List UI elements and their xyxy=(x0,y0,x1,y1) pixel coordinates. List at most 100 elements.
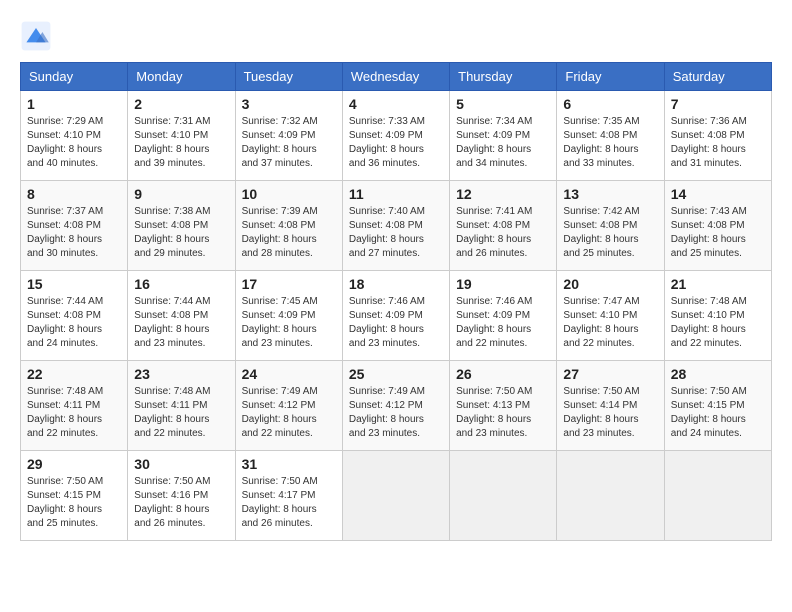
daylight-text: Daylight: 8 hours and 22 minutes. xyxy=(134,413,228,441)
sunset-text: Sunset: 4:10 PM xyxy=(27,129,121,143)
cell-info: Sunrise: 7:32 AM Sunset: 4:09 PM Dayligh… xyxy=(242,115,336,171)
daylight-text: Daylight: 8 hours and 26 minutes. xyxy=(456,233,550,261)
sunrise-text: Sunrise: 7:48 AM xyxy=(134,385,228,399)
sunset-text: Sunset: 4:09 PM xyxy=(456,129,550,143)
logo xyxy=(20,20,56,52)
calendar-cell: 6 Sunrise: 7:35 AM Sunset: 4:08 PM Dayli… xyxy=(557,91,664,181)
calendar-cell: 4 Sunrise: 7:33 AM Sunset: 4:09 PM Dayli… xyxy=(342,91,449,181)
cell-info: Sunrise: 7:40 AM Sunset: 4:08 PM Dayligh… xyxy=(349,205,443,261)
sunset-text: Sunset: 4:08 PM xyxy=(456,219,550,233)
calendar-cell: 7 Sunrise: 7:36 AM Sunset: 4:08 PM Dayli… xyxy=(664,91,771,181)
sunset-text: Sunset: 4:10 PM xyxy=(563,309,657,323)
cell-info: Sunrise: 7:44 AM Sunset: 4:08 PM Dayligh… xyxy=(134,295,228,351)
calendar-cell xyxy=(342,451,449,541)
daylight-text: Daylight: 8 hours and 22 minutes. xyxy=(242,413,336,441)
sunrise-text: Sunrise: 7:50 AM xyxy=(671,385,765,399)
cell-info: Sunrise: 7:41 AM Sunset: 4:08 PM Dayligh… xyxy=(456,205,550,261)
sunrise-text: Sunrise: 7:36 AM xyxy=(671,115,765,129)
sunrise-text: Sunrise: 7:45 AM xyxy=(242,295,336,309)
daylight-text: Daylight: 8 hours and 25 minutes. xyxy=(671,233,765,261)
calendar-table: SundayMondayTuesdayWednesdayThursdayFrid… xyxy=(20,62,772,541)
day-number: 9 xyxy=(134,186,228,202)
cell-info: Sunrise: 7:33 AM Sunset: 4:09 PM Dayligh… xyxy=(349,115,443,171)
daylight-text: Daylight: 8 hours and 22 minutes. xyxy=(456,323,550,351)
day-number: 4 xyxy=(349,96,443,112)
calendar-cell: 19 Sunrise: 7:46 AM Sunset: 4:09 PM Dayl… xyxy=(450,271,557,361)
cell-info: Sunrise: 7:38 AM Sunset: 4:08 PM Dayligh… xyxy=(134,205,228,261)
calendar-cell: 29 Sunrise: 7:50 AM Sunset: 4:15 PM Dayl… xyxy=(21,451,128,541)
day-number: 22 xyxy=(27,366,121,382)
sunset-text: Sunset: 4:09 PM xyxy=(349,309,443,323)
sunset-text: Sunset: 4:08 PM xyxy=(671,219,765,233)
sunset-text: Sunset: 4:09 PM xyxy=(242,129,336,143)
sunrise-text: Sunrise: 7:50 AM xyxy=(134,475,228,489)
calendar-cell: 26 Sunrise: 7:50 AM Sunset: 4:13 PM Dayl… xyxy=(450,361,557,451)
calendar-cell: 24 Sunrise: 7:49 AM Sunset: 4:12 PM Dayl… xyxy=(235,361,342,451)
calendar-cell: 9 Sunrise: 7:38 AM Sunset: 4:08 PM Dayli… xyxy=(128,181,235,271)
sunrise-text: Sunrise: 7:46 AM xyxy=(349,295,443,309)
sunset-text: Sunset: 4:11 PM xyxy=(27,399,121,413)
daylight-text: Daylight: 8 hours and 29 minutes. xyxy=(134,233,228,261)
cell-info: Sunrise: 7:48 AM Sunset: 4:11 PM Dayligh… xyxy=(134,385,228,441)
cell-info: Sunrise: 7:46 AM Sunset: 4:09 PM Dayligh… xyxy=(349,295,443,351)
cell-info: Sunrise: 7:49 AM Sunset: 4:12 PM Dayligh… xyxy=(242,385,336,441)
calendar-cell: 15 Sunrise: 7:44 AM Sunset: 4:08 PM Dayl… xyxy=(21,271,128,361)
daylight-text: Daylight: 8 hours and 40 minutes. xyxy=(27,143,121,171)
calendar-week-row: 1 Sunrise: 7:29 AM Sunset: 4:10 PM Dayli… xyxy=(21,91,772,181)
daylight-text: Daylight: 8 hours and 36 minutes. xyxy=(349,143,443,171)
day-number: 27 xyxy=(563,366,657,382)
daylight-text: Daylight: 8 hours and 37 minutes. xyxy=(242,143,336,171)
weekday-header: Monday xyxy=(128,63,235,91)
day-number: 7 xyxy=(671,96,765,112)
sunset-text: Sunset: 4:17 PM xyxy=(242,489,336,503)
sunrise-text: Sunrise: 7:46 AM xyxy=(456,295,550,309)
day-number: 31 xyxy=(242,456,336,472)
daylight-text: Daylight: 8 hours and 25 minutes. xyxy=(563,233,657,261)
calendar-cell: 8 Sunrise: 7:37 AM Sunset: 4:08 PM Dayli… xyxy=(21,181,128,271)
sunrise-text: Sunrise: 7:31 AM xyxy=(134,115,228,129)
calendar-cell: 22 Sunrise: 7:48 AM Sunset: 4:11 PM Dayl… xyxy=(21,361,128,451)
sunset-text: Sunset: 4:09 PM xyxy=(349,129,443,143)
daylight-text: Daylight: 8 hours and 23 minutes. xyxy=(349,413,443,441)
sunset-text: Sunset: 4:11 PM xyxy=(134,399,228,413)
cell-info: Sunrise: 7:37 AM Sunset: 4:08 PM Dayligh… xyxy=(27,205,121,261)
daylight-text: Daylight: 8 hours and 33 minutes. xyxy=(563,143,657,171)
sunrise-text: Sunrise: 7:50 AM xyxy=(242,475,336,489)
calendar-cell: 1 Sunrise: 7:29 AM Sunset: 4:10 PM Dayli… xyxy=(21,91,128,181)
sunset-text: Sunset: 4:09 PM xyxy=(242,309,336,323)
cell-info: Sunrise: 7:50 AM Sunset: 4:15 PM Dayligh… xyxy=(671,385,765,441)
day-number: 17 xyxy=(242,276,336,292)
sunset-text: Sunset: 4:08 PM xyxy=(134,309,228,323)
sunrise-text: Sunrise: 7:47 AM xyxy=(563,295,657,309)
sunset-text: Sunset: 4:16 PM xyxy=(134,489,228,503)
logo-icon xyxy=(20,20,52,52)
daylight-text: Daylight: 8 hours and 27 minutes. xyxy=(349,233,443,261)
sunrise-text: Sunrise: 7:44 AM xyxy=(134,295,228,309)
calendar-week-row: 22 Sunrise: 7:48 AM Sunset: 4:11 PM Dayl… xyxy=(21,361,772,451)
sunset-text: Sunset: 4:13 PM xyxy=(456,399,550,413)
cell-info: Sunrise: 7:43 AM Sunset: 4:08 PM Dayligh… xyxy=(671,205,765,261)
day-number: 8 xyxy=(27,186,121,202)
daylight-text: Daylight: 8 hours and 24 minutes. xyxy=(27,323,121,351)
weekday-header: Friday xyxy=(557,63,664,91)
sunset-text: Sunset: 4:12 PM xyxy=(349,399,443,413)
sunset-text: Sunset: 4:15 PM xyxy=(671,399,765,413)
cell-info: Sunrise: 7:39 AM Sunset: 4:08 PM Dayligh… xyxy=(242,205,336,261)
cell-info: Sunrise: 7:50 AM Sunset: 4:16 PM Dayligh… xyxy=(134,475,228,531)
sunset-text: Sunset: 4:09 PM xyxy=(456,309,550,323)
cell-info: Sunrise: 7:49 AM Sunset: 4:12 PM Dayligh… xyxy=(349,385,443,441)
calendar-cell: 17 Sunrise: 7:45 AM Sunset: 4:09 PM Dayl… xyxy=(235,271,342,361)
day-number: 15 xyxy=(27,276,121,292)
sunrise-text: Sunrise: 7:32 AM xyxy=(242,115,336,129)
day-number: 29 xyxy=(27,456,121,472)
sunrise-text: Sunrise: 7:35 AM xyxy=(563,115,657,129)
cell-info: Sunrise: 7:50 AM Sunset: 4:13 PM Dayligh… xyxy=(456,385,550,441)
sunrise-text: Sunrise: 7:50 AM xyxy=(456,385,550,399)
calendar-cell: 13 Sunrise: 7:42 AM Sunset: 4:08 PM Dayl… xyxy=(557,181,664,271)
cell-info: Sunrise: 7:47 AM Sunset: 4:10 PM Dayligh… xyxy=(563,295,657,351)
cell-info: Sunrise: 7:44 AM Sunset: 4:08 PM Dayligh… xyxy=(27,295,121,351)
daylight-text: Daylight: 8 hours and 23 minutes. xyxy=(134,323,228,351)
cell-info: Sunrise: 7:50 AM Sunset: 4:17 PM Dayligh… xyxy=(242,475,336,531)
calendar-week-row: 8 Sunrise: 7:37 AM Sunset: 4:08 PM Dayli… xyxy=(21,181,772,271)
day-number: 30 xyxy=(134,456,228,472)
